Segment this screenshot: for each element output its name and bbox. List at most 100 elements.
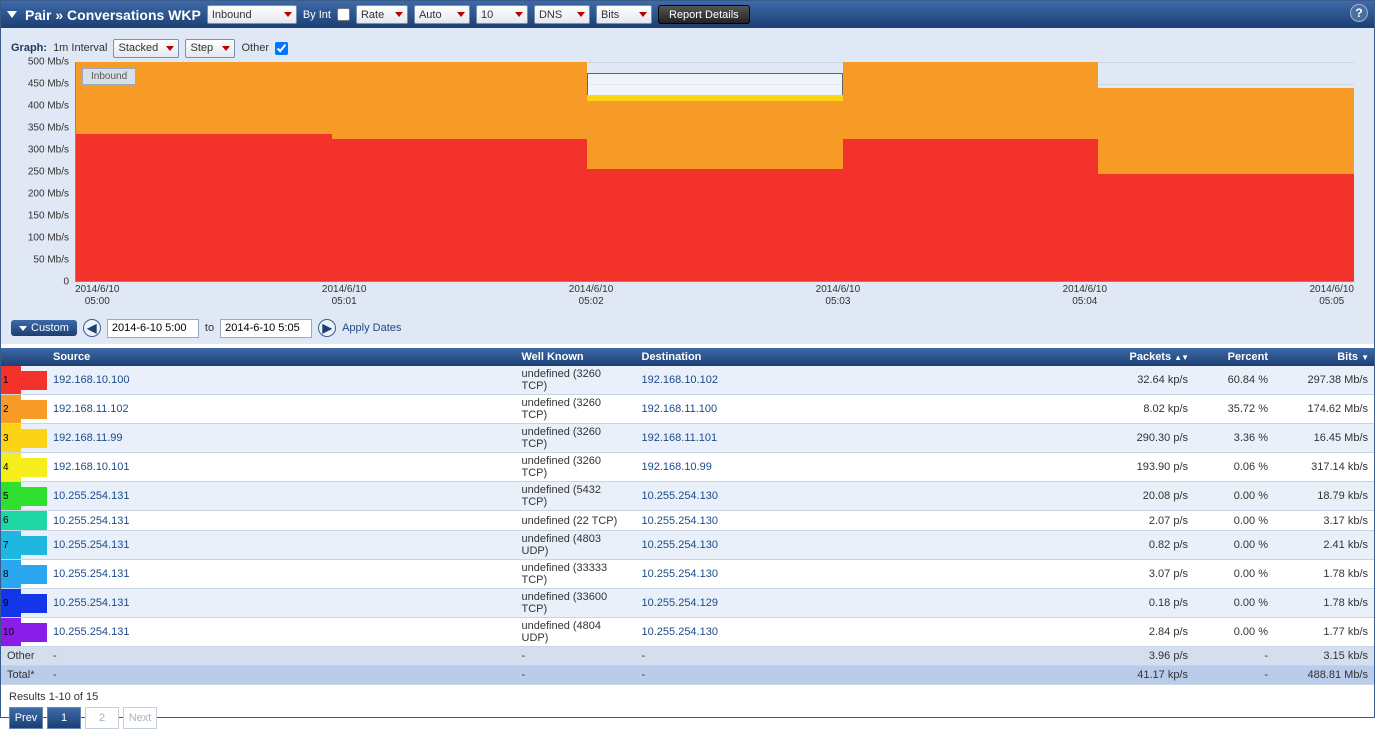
other-checkbox[interactable] [275,42,288,55]
cell-destination[interactable]: 192.168.11.100 [636,395,1105,424]
color-swatch [21,511,47,531]
dns-select[interactable]: DNS [534,5,590,24]
table-row[interactable]: 510.255.254.131undefined (5432 TCP)10.25… [1,482,1374,511]
table-row[interactable]: 4192.168.10.101undefined (3260 TCP)192.1… [1,453,1374,482]
cell-destination[interactable]: 192.168.10.102 [636,366,1105,395]
cell-wellknown: undefined (3260 TCP) [516,453,636,482]
row-index: 9 [1,589,21,618]
cell-wellknown: undefined (22 TCP) [516,511,636,531]
cell-wellknown: undefined (33600 TCP) [516,589,636,618]
y-tick: 200 Mb/s [28,189,69,200]
col-source[interactable]: Source [47,348,516,366]
table-row[interactable]: 1010.255.254.131undefined (4804 UDP)10.2… [1,618,1374,647]
prev-range-button[interactable]: ◀ [83,319,101,337]
report-details-button[interactable]: Report Details [658,5,750,24]
step-select[interactable]: Step [185,39,235,58]
units-select[interactable]: Bits [596,5,652,24]
cell-bits: 297.38 Mb/s [1274,366,1374,395]
direction-select[interactable]: Inbound [207,5,297,24]
cell-percent: 0.00 % [1194,618,1274,647]
cell-source[interactable]: 10.255.254.131 [47,618,516,647]
cell-source[interactable]: 192.168.11.99 [47,424,516,453]
col-packets[interactable]: Packets ▲▼ [1104,348,1194,366]
cell-source[interactable]: 192.168.11.102 [47,395,516,424]
cell-source[interactable]: 192.168.10.101 [47,453,516,482]
color-swatch [21,424,47,453]
col-percent[interactable]: Percent [1194,348,1274,366]
y-tick: 450 Mb/s [28,79,69,90]
cell-wellknown: undefined (3260 TCP) [516,366,636,395]
chevron-down-icon [19,326,27,331]
cell-bits: 16.45 Mb/s [1274,424,1374,453]
custom-range-button[interactable]: Custom [11,320,77,336]
cell-source[interactable]: 10.255.254.131 [47,511,516,531]
top-toolbar: Pair » Conversations WKP Inbound By Int … [1,1,1374,28]
pager-prev-button[interactable]: Prev [9,707,43,729]
table-row[interactable]: 1192.168.10.100undefined (3260 TCP)192.1… [1,366,1374,395]
y-tick: 50 Mb/s [33,255,69,266]
collapse-icon[interactable] [7,11,17,18]
help-icon[interactable]: ? [1350,4,1368,22]
to-date-input[interactable] [220,319,312,338]
cell-destination[interactable]: 192.168.10.99 [636,453,1105,482]
x-tick: 2014/6/1005:01 [322,284,367,308]
table-row[interactable]: 2192.168.11.102undefined (3260 TCP)192.1… [1,395,1374,424]
pager-page-1[interactable]: 1 [47,707,81,729]
table-row[interactable]: 9 10.255.254.131undefined (33600 TCP)10.2… [1,589,1374,618]
cell-wellknown: undefined (5432 TCP) [516,482,636,511]
row-index: 7 [1,531,21,560]
cell-source[interactable]: 192.168.10.100 [47,366,516,395]
cell-percent: 0.00 % [1194,589,1274,618]
x-tick: 2014/6/1005:04 [1063,284,1108,308]
apply-dates-link[interactable]: Apply Dates [342,322,401,334]
cell-source[interactable]: 10.255.254.131 [47,560,516,589]
by-int-checkbox[interactable] [337,8,350,21]
cell-destination[interactable]: 10.255.254.130 [636,560,1105,589]
table-row[interactable]: 3192.168.11.99undefined (3260 TCP)192.16… [1,424,1374,453]
cell-destination[interactable]: 10.255.254.130 [636,618,1105,647]
cell-percent: 0.06 % [1194,453,1274,482]
cell-destination[interactable]: 10.255.254.130 [636,531,1105,560]
to-label: to [205,322,214,334]
cell-destination[interactable]: 10.255.254.129 [636,589,1105,618]
col-wellknown[interactable]: Well Known [516,348,636,366]
y-tick: 250 Mb/s [28,167,69,178]
page-title: Pair » Conversations WKP [25,7,201,23]
cell-percent: 60.84 % [1194,366,1274,395]
from-date-input[interactable] [107,319,199,338]
next-range-button[interactable]: ▶ [318,319,336,337]
cell-packets: 32.64 kp/s [1104,366,1194,395]
y-tick: 150 Mb/s [28,211,69,222]
cell-source[interactable]: 10.255.254.131 [47,482,516,511]
col-color[interactable] [1,348,47,366]
y-tick: 400 Mb/s [28,101,69,112]
x-tick: 2014/6/1005:00 [75,284,120,308]
chart: 050 Mb/s100 Mb/s150 Mb/s200 Mb/s250 Mb/s… [11,62,1364,282]
pager-page-2[interactable]: 2 [85,707,119,729]
sort-icon: ▼ [1361,353,1368,362]
pager-next-button[interactable]: Next [123,707,157,729]
color-swatch [21,482,47,511]
auto-select[interactable]: Auto [414,5,470,24]
x-tick: 2014/6/1005:03 [816,284,861,308]
cell-destination[interactable]: 10.255.254.130 [636,511,1105,531]
rate-select[interactable]: Rate [356,5,408,24]
col-destination[interactable]: Destination [636,348,1105,366]
x-axis: 2014/6/1005:00 2014/6/1005:01 2014/6/1005:… [75,282,1354,308]
table-row[interactable]: 810.255.254.131undefined (33333 TCP)10.2… [1,560,1374,589]
y-tick: 100 Mb/s [28,233,69,244]
color-swatch [21,531,47,560]
col-bits[interactable]: Bits ▼ [1274,348,1374,366]
cell-destination[interactable]: 192.168.11.101 [636,424,1105,453]
cell-packets: 290.30 p/s [1104,424,1194,453]
table-row[interactable]: 610.255.254.131undefined (22 TCP)10.255.… [1,511,1374,531]
cell-destination[interactable]: 10.255.254.130 [636,482,1105,511]
cell-source[interactable]: 10.255.254.131 [47,531,516,560]
cell-source[interactable]: 10.255.254.131 [47,589,516,618]
stack-select[interactable]: Stacked [113,39,179,58]
graph-label: Graph: [11,42,47,54]
cell-bits: 174.62 Mb/s [1274,395,1374,424]
table-row[interactable]: 710.255.254.131undefined (4803 UDP)10.25… [1,531,1374,560]
count-select[interactable]: 10 [476,5,528,24]
cell-bits: 1.77 kb/s [1274,618,1374,647]
